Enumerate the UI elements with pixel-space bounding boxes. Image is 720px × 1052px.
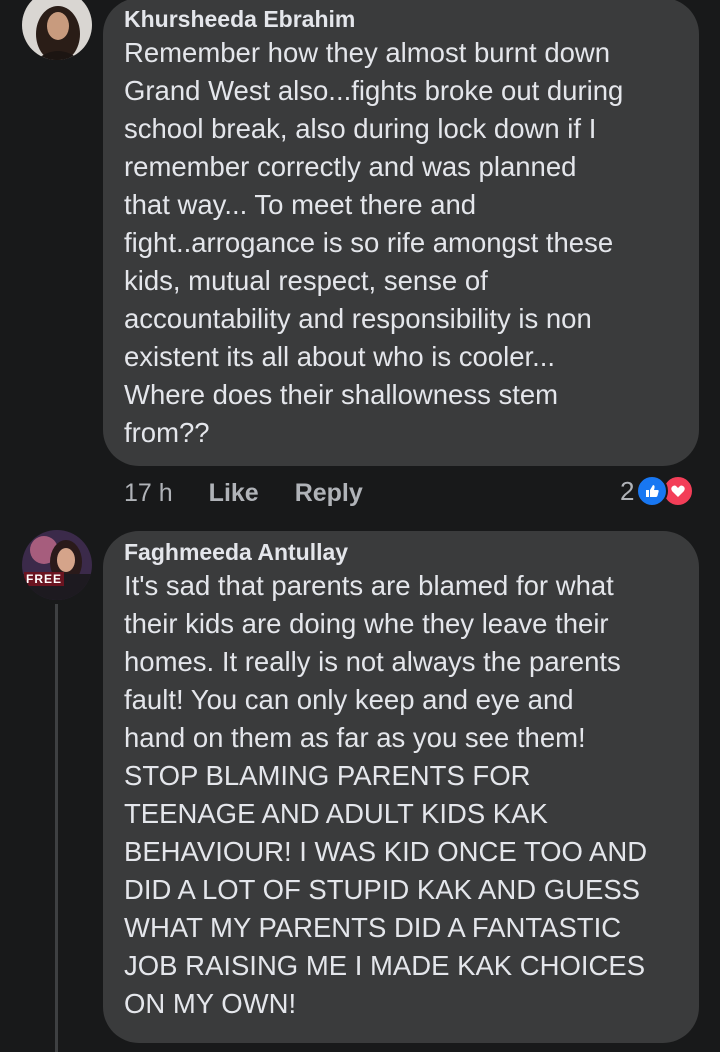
like-icon [636,475,669,507]
avatar-frame-text: FREE [24,572,65,586]
avatar[interactable]: FREE [22,530,92,600]
like-button[interactable]: Like [209,479,259,508]
comment-text: It's sad that parents are blamed for wha… [124,570,648,1019]
comment-author[interactable]: Faghmeeda Antullay [124,537,679,567]
thread-line [55,604,58,1052]
comment-timestamp[interactable]: 17 h [124,479,173,508]
comment-bubble: Khursheeda Ebrahim Remember how they alm… [103,0,699,466]
comment-bubble: Faghmeeda Antullay It's sad that parents… [103,531,699,1043]
avatar[interactable] [22,0,92,60]
reaction-count: 2 [620,475,635,506]
comment-text: Remember how they almost burnt down Gran… [124,37,624,448]
reaction-summary[interactable]: 2 [620,475,695,507]
comment-author[interactable]: Khursheeda Ebrahim [124,4,679,34]
reply-button[interactable]: Reply [295,479,363,508]
comment-actions: 17 h Like Reply [124,478,363,508]
